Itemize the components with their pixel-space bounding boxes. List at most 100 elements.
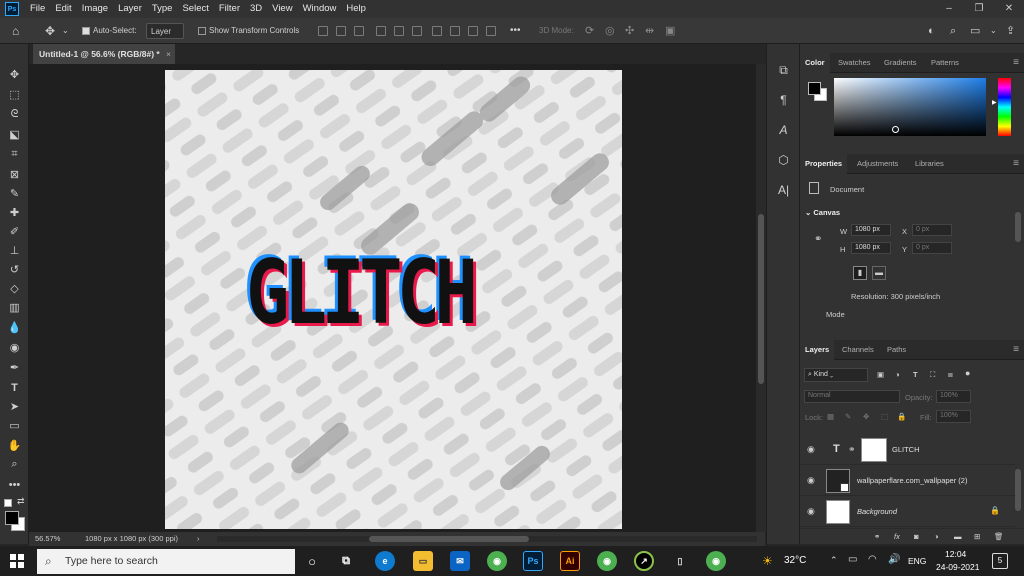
- filter-adjustment-icon[interactable]: ◑: [895, 370, 900, 379]
- gradient-tool-icon[interactable]: ▥: [6, 299, 23, 316]
- tray-chevron-icon[interactable]: ⌃: [830, 555, 838, 566]
- align-right-icon[interactable]: [354, 26, 364, 36]
- new-group-icon[interactable]: ▬: [954, 532, 962, 541]
- panel-menu-icon[interactable]: ≡: [1013, 57, 1019, 68]
- history-brush-tool-icon[interactable]: ↺: [6, 261, 23, 278]
- brush-tool-icon[interactable]: ✐: [6, 223, 23, 240]
- chrome-icon[interactable]: ◉: [487, 551, 507, 571]
- link-icon[interactable]: ⚭: [848, 444, 856, 455]
- layers-scrollbar[interactable]: [1015, 469, 1021, 511]
- character-panel-icon[interactable]: A: [775, 122, 792, 139]
- menu-select[interactable]: Select: [177, 0, 213, 18]
- color-foreground-swatch[interactable]: [808, 82, 821, 95]
- layer-name[interactable]: wallpaperflare.com_wallpaper (2): [857, 476, 967, 485]
- swap-colors-icon[interactable]: ⇄: [17, 496, 25, 507]
- filter-type-icon[interactable]: T: [913, 370, 918, 379]
- layer-name[interactable]: Background: [857, 507, 897, 516]
- quick-select-tool-icon[interactable]: ⬕: [6, 126, 23, 143]
- fill-field[interactable]: 100%: [936, 410, 971, 423]
- tab-gradients[interactable]: Gradients: [879, 53, 922, 73]
- layer-row-glitch[interactable]: ◉ T ⚭ GLITCH: [800, 435, 1015, 465]
- visibility-eye-icon[interactable]: ◉: [807, 476, 817, 485]
- taskbar-search-box[interactable]: ⌕ Type here to search: [37, 549, 295, 574]
- menu-window[interactable]: Window: [298, 0, 342, 18]
- align-top-icon[interactable]: [376, 26, 386, 36]
- new-layer-icon[interactable]: ⊞: [974, 532, 980, 541]
- pen-tool-icon[interactable]: ✒: [6, 359, 23, 376]
- visibility-eye-icon[interactable]: ◉: [807, 507, 817, 516]
- photoshop-taskbar-icon[interactable]: Ps: [523, 551, 543, 571]
- tab-libraries[interactable]: Libraries: [910, 154, 949, 174]
- width-field[interactable]: 1080 px: [851, 224, 891, 236]
- document-tab[interactable]: Untitled-1 @ 56.6% (RGB/8#) * ×: [33, 44, 175, 64]
- move-tool-icon[interactable]: ✥: [45, 23, 55, 39]
- vertical-scrollbar[interactable]: [756, 64, 766, 532]
- distribute-spacing-icon[interactable]: [486, 26, 496, 36]
- tab-patterns[interactable]: Patterns: [926, 53, 964, 73]
- learn-icon[interactable]: ◐: [928, 23, 935, 39]
- show-transform-checkbox[interactable]: Show Transform Controls: [198, 23, 299, 39]
- zoom-level[interactable]: 56.57%: [35, 532, 60, 546]
- portrait-orientation-icon[interactable]: ▮: [853, 266, 867, 280]
- pin-app-icon[interactable]: ▯: [670, 551, 690, 571]
- color-field[interactable]: [834, 78, 986, 136]
- home-icon[interactable]: ⌂: [12, 23, 19, 39]
- chrome-profile-icon[interactable]: ◉: [597, 551, 617, 571]
- edit-toolbar-icon[interactable]: •••: [6, 476, 23, 493]
- hue-slider[interactable]: [998, 78, 1011, 136]
- foreground-color-swatch[interactable]: [5, 511, 19, 525]
- dodge-tool-icon[interactable]: ◉: [6, 339, 23, 356]
- y-field[interactable]: 0 px: [912, 242, 952, 254]
- move-tool-icon[interactable]: ✥: [6, 66, 23, 83]
- add-mask-icon[interactable]: ◙: [914, 532, 919, 541]
- align-center-icon[interactable]: [336, 26, 346, 36]
- opacity-field[interactable]: 100%: [936, 390, 971, 403]
- photoshop-logo-icon[interactable]: Ps: [5, 2, 19, 16]
- default-colors-icon[interactable]: [4, 499, 12, 507]
- tab-adjustments[interactable]: Adjustments: [852, 154, 903, 174]
- menu-type[interactable]: Type: [147, 0, 178, 18]
- rectangle-tool-icon[interactable]: ▭: [6, 417, 23, 434]
- delete-layer-icon[interactable]: 🗑: [994, 532, 1004, 541]
- clock-date[interactable]: 24-09-2021: [936, 562, 979, 572]
- chevron-down-icon[interactable]: ⌄: [990, 23, 997, 39]
- status-menu-arrow[interactable]: ›: [197, 532, 200, 546]
- hue-slider-arrow[interactable]: ▶: [992, 99, 997, 106]
- 3d-orbit-icon[interactable]: ⟳: [585, 23, 594, 39]
- auto-select-target-dropdown[interactable]: Layer ⌄: [146, 23, 184, 52]
- filter-toggle-icon[interactable]: ●: [965, 368, 970, 378]
- 3d-roll-icon[interactable]: ◎: [605, 23, 615, 39]
- 3d-camera-icon[interactable]: ▣: [665, 23, 675, 39]
- menu-layer[interactable]: Layer: [113, 0, 147, 18]
- tab-layers[interactable]: Layers: [800, 340, 835, 360]
- canvas-section-header[interactable]: ⌄ Canvas: [805, 208, 840, 217]
- restore-button[interactable]: ❐: [964, 0, 994, 18]
- landscape-orientation-icon[interactable]: ▬: [872, 266, 886, 280]
- menu-image[interactable]: Image: [77, 0, 113, 18]
- eyedropper-tool-icon[interactable]: ✎: [6, 185, 23, 202]
- fx-icon[interactable]: fx: [894, 532, 900, 541]
- marquee-tool-icon[interactable]: ⬚: [6, 86, 23, 103]
- windows-start-icon[interactable]: [10, 554, 24, 568]
- lock-image-icon[interactable]: ✎: [845, 412, 851, 421]
- blend-mode-dropdown[interactable]: Normal: [804, 390, 900, 403]
- illustrator-taskbar-icon[interactable]: Ai: [560, 551, 580, 571]
- panel-menu-icon[interactable]: ≡: [1013, 344, 1019, 355]
- more-options-button[interactable]: •••: [510, 23, 521, 39]
- zoom-tool-icon[interactable]: ⌕: [6, 456, 23, 473]
- cortana-icon[interactable]: ○: [302, 551, 322, 571]
- menu-view[interactable]: View: [267, 0, 297, 18]
- lock-position-icon[interactable]: ✥: [863, 412, 869, 421]
- tab-channels[interactable]: Channels: [837, 340, 879, 360]
- share-icon[interactable]: ⇪: [1006, 23, 1015, 39]
- link-layers-icon[interactable]: ⚭: [874, 532, 880, 541]
- weather-temp[interactable]: 32°C: [784, 555, 806, 566]
- lock-all-icon[interactable]: 🔒: [897, 412, 906, 421]
- 3d-pan-icon[interactable]: ✣: [625, 23, 634, 39]
- align-middle-icon[interactable]: [394, 26, 404, 36]
- link-icon[interactable]: ⚭: [814, 234, 822, 245]
- menu-edit[interactable]: Edit: [50, 0, 76, 18]
- properties-scrollbar[interactable]: [1015, 212, 1021, 242]
- layer-filter-dropdown[interactable]: ⌕ Kind ⌄: [804, 368, 868, 382]
- filter-pixel-icon[interactable]: ▣: [877, 370, 884, 379]
